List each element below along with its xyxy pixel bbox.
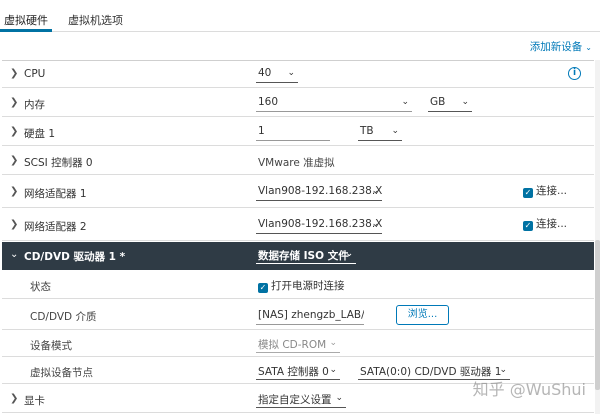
- device-mode-value: 模拟 CD-ROM: [258, 339, 327, 351]
- controller-value: SATA 控制器 0: [258, 366, 329, 378]
- memory-unit-select[interactable]: GB ⌄: [428, 94, 472, 112]
- dropdown-caret-icon: ⌄: [499, 365, 507, 375]
- nic2-network-select[interactable]: Vlan908-192.168.238.X ⌄: [256, 216, 382, 234]
- row-hard-disk: ❯ 硬盘 1 1 TB ⌄: [2, 118, 594, 146]
- tab-virtual-hardware[interactable]: 虚拟硬件: [4, 12, 48, 28]
- nic1-connect-label: 连接...: [536, 185, 568, 197]
- connect-at-power-on-checkbox[interactable]: ✓ 打开电源时连接: [258, 278, 345, 293]
- dropdown-caret-icon: ⌄: [287, 68, 295, 78]
- dropdown-caret-icon: ⌄: [401, 97, 409, 107]
- disk-label: 硬盘 1: [24, 128, 56, 140]
- nic2-connect-label: 连接...: [536, 218, 568, 230]
- status-label: 状态: [30, 281, 51, 293]
- chevron-right-icon[interactable]: ❯: [10, 393, 18, 404]
- active-tab-indicator: [0, 29, 52, 32]
- checkbox-checked-icon: ✓: [523, 221, 533, 231]
- cpu-label: CPU: [24, 68, 46, 80]
- tab-bar: 虚拟硬件 虚拟机选项: [0, 0, 600, 32]
- checkbox-checked-icon: ✓: [258, 283, 268, 293]
- cddvd-label: CD/DVD 驱动器 1 *: [24, 251, 126, 263]
- media-path-input[interactable]: [NAS] zhengzb_LAB/e5: [256, 307, 364, 325]
- gpu-value: 指定自定义设置: [258, 394, 332, 406]
- disk-unit: TB: [360, 125, 374, 137]
- scrollbar-thumb[interactable]: [595, 240, 600, 390]
- chevron-right-icon[interactable]: ❯: [10, 97, 18, 108]
- memory-label: 内存: [24, 99, 45, 111]
- scsi-label: SCSI 控制器 0: [24, 157, 93, 169]
- dropdown-caret-icon: ⌄: [371, 219, 379, 229]
- info-icon[interactable]: i: [568, 67, 581, 80]
- chevron-down-icon[interactable]: ⌄: [10, 249, 18, 260]
- memory-value: 160: [258, 96, 279, 108]
- disk-unit-select[interactable]: TB ⌄: [358, 123, 402, 141]
- dropdown-caret-icon: ⌄: [371, 186, 379, 196]
- row-device-mode: 设备模式 模拟 CD-ROM ⌄: [2, 331, 594, 357]
- chevron-right-icon[interactable]: ❯: [10, 126, 18, 137]
- dropdown-caret-icon: ⌄: [345, 249, 353, 259]
- cpu-select[interactable]: 40 ⌄: [256, 65, 298, 83]
- nic1-label: 网络适配器 1: [24, 188, 87, 200]
- checkbox-checked-icon: ✓: [523, 188, 533, 198]
- cddvd-source-select[interactable]: 数据存储 ISO 文件 ⌄: [256, 246, 356, 264]
- nic1-connect-checkbox[interactable]: ✓ 连接...: [523, 183, 567, 198]
- tab-vm-options[interactable]: 虚拟机选项: [68, 12, 123, 28]
- gpu-settings-select[interactable]: 指定自定义设置 ⌄: [256, 390, 346, 408]
- row-cd-dvd-drive: ⌄ CD/DVD 驱动器 1 * 数据存储 ISO 文件 ⌄: [2, 242, 594, 270]
- dropdown-caret-icon: ⌄: [329, 365, 337, 375]
- hardware-list: ❯ CPU 40 ⌄ i ❯ 内存 160 ⌄ GB ⌄ ❯ 硬盘 1 1 TB ⌄ ❯…: [2, 60, 594, 414]
- device-mode-select[interactable]: 模拟 CD-ROM ⌄: [256, 335, 340, 353]
- memory-unit: GB: [430, 96, 446, 108]
- dropdown-caret-icon: ⌄: [461, 97, 469, 107]
- cpu-value: 40: [258, 67, 272, 79]
- nic2-value: Vlan908-192.168.238.X: [258, 218, 382, 230]
- dropdown-caret-icon: ⌄: [329, 338, 337, 348]
- chevron-right-icon[interactable]: ❯: [10, 186, 18, 197]
- media-value: [NAS] zhengzb_LAB/e5: [258, 309, 364, 321]
- dropdown-caret-icon: ⌄: [335, 393, 343, 403]
- row-cpu: ❯ CPU 40 ⌄ i: [2, 61, 594, 88]
- add-new-device-button[interactable]: 添加新设备 ⌄: [530, 39, 592, 54]
- device-mode-label: 设备模式: [30, 340, 72, 352]
- watermark: 知乎 @WuShui: [472, 380, 586, 399]
- scsi-value: VMware 准虚拟: [258, 157, 335, 169]
- nic1-value: Vlan908-192.168.238.X: [258, 185, 382, 197]
- disk-value: 1: [258, 125, 265, 137]
- row-network-adapter-2: ❯ 网络适配器 2 Vlan908-192.168.238.X ⌄ ✓ 连接...: [2, 209, 594, 241]
- row-cddvd-media: CD/DVD 介质 [NAS] zhengzb_LAB/e5 浏览...: [2, 300, 594, 330]
- chevron-down-icon: ⌄: [585, 43, 592, 52]
- row-network-adapter-1: ❯ 网络适配器 1 Vlan908-192.168.238.X ⌄ ✓ 连接...: [2, 176, 594, 208]
- connect-at-power-on-label: 打开电源时连接: [271, 280, 345, 292]
- chevron-right-icon[interactable]: ❯: [10, 219, 18, 230]
- add-device-label: 添加新设备: [529, 41, 583, 53]
- nic2-label: 网络适配器 2: [24, 221, 87, 233]
- row-scsi-controller: ❯ SCSI 控制器 0 VMware 准虚拟: [2, 147, 594, 175]
- media-label: CD/DVD 介质: [30, 311, 97, 323]
- nic2-connect-checkbox[interactable]: ✓ 连接...: [523, 216, 567, 231]
- disk-size-input[interactable]: 1: [256, 123, 330, 141]
- chevron-right-icon[interactable]: ❯: [10, 68, 18, 79]
- dropdown-caret-icon: ⌄: [391, 126, 399, 136]
- browse-button[interactable]: 浏览...: [396, 305, 449, 325]
- controller-select[interactable]: SATA 控制器 0 ⌄: [256, 362, 340, 380]
- node-label: 虚拟设备节点: [30, 367, 93, 379]
- chevron-right-icon[interactable]: ❯: [10, 155, 18, 166]
- nic1-network-select[interactable]: Vlan908-192.168.238.X ⌄: [256, 183, 382, 201]
- gpu-label: 显卡: [24, 395, 45, 407]
- row-memory: ❯ 内存 160 ⌄ GB ⌄: [2, 89, 594, 117]
- memory-input[interactable]: 160 ⌄: [256, 94, 412, 112]
- cddvd-value: 数据存储 ISO 文件: [258, 250, 349, 262]
- row-cddvd-status: 状态 ✓ 打开电源时连接: [2, 271, 594, 299]
